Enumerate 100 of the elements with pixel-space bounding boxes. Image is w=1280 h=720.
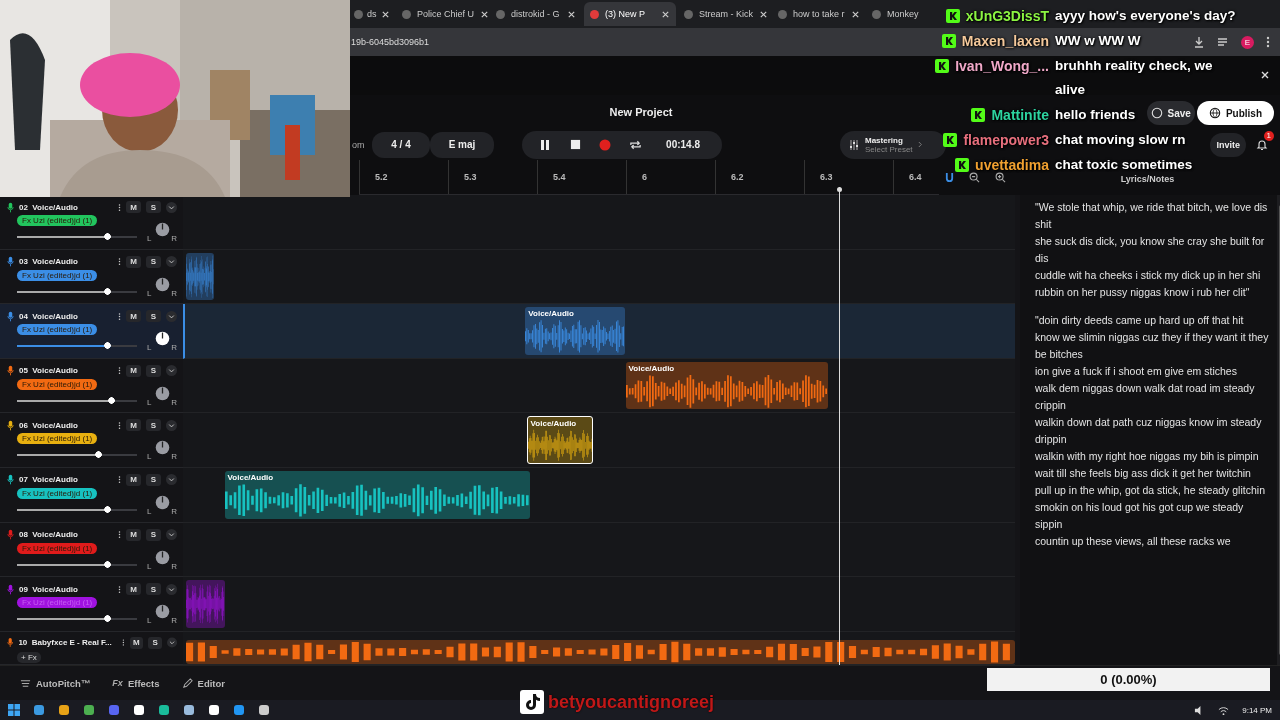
profile-avatar[interactable]: E	[1241, 35, 1254, 49]
chevron-icon[interactable]	[166, 201, 177, 213]
start-icon[interactable]	[8, 704, 20, 716]
address-text[interactable]: 19b-6045bd3096b1	[351, 37, 430, 47]
close-icon[interactable]	[381, 9, 390, 19]
chevron-icon[interactable]	[166, 583, 177, 595]
wifi-icon[interactable]	[1218, 704, 1230, 716]
bell-icon[interactable]	[1256, 138, 1268, 151]
chevron-icon[interactable]	[166, 637, 178, 649]
effect-tag[interactable]: Fx Uzi (edited)jd (1)	[17, 378, 98, 390]
download-icon[interactable]	[1193, 36, 1205, 48]
track-header[interactable]: 04 Voice/Audio M S Fx Uzi (edited)jd (1) L R	[0, 304, 183, 359]
mute-button[interactable]: M	[129, 636, 144, 649]
browser-tab[interactable]: Police Chief U	[396, 2, 488, 26]
app-icon[interactable]	[83, 704, 95, 716]
close-icon[interactable]	[850, 9, 860, 19]
solo-button[interactable]: S	[148, 636, 162, 649]
more-icon[interactable]	[118, 366, 121, 376]
effect-tag[interactable]: Fx Uzi (edited)jd (1)	[17, 433, 98, 445]
close-icon[interactable]	[1260, 70, 1270, 80]
mute-button[interactable]: M	[126, 255, 141, 268]
solo-button[interactable]: S	[146, 419, 161, 432]
audio-clip[interactable]	[186, 639, 1015, 664]
close-icon[interactable]	[661, 9, 670, 19]
track-header[interactable]: 07 Voice/Audio M S Fx Uzi (edited)jd (1) L R	[0, 467, 183, 523]
browser-tab[interactable]: (3) New P	[584, 2, 676, 26]
more-icon[interactable]	[118, 202, 121, 212]
app-icon[interactable]	[183, 704, 195, 716]
mute-button[interactable]: M	[126, 201, 141, 213]
more-icon[interactable]	[118, 257, 121, 267]
chevron-icon[interactable]	[166, 474, 177, 486]
more-icon[interactable]	[118, 311, 121, 321]
pan-knob[interactable]	[153, 439, 171, 457]
magnet-icon[interactable]	[945, 172, 954, 183]
effect-tag[interactable]: Fx Uzi (edited)jd (1)	[17, 269, 98, 281]
mute-button[interactable]: M	[126, 528, 141, 541]
pan-knob[interactable]	[153, 384, 171, 402]
app-icon[interactable]	[33, 704, 45, 716]
pan-knob[interactable]	[153, 603, 171, 621]
mute-button[interactable]: M	[126, 364, 141, 377]
more-icon[interactable]	[121, 638, 125, 648]
chevron-icon[interactable]	[166, 310, 177, 322]
close-icon[interactable]	[567, 9, 576, 19]
mute-button[interactable]: M	[126, 310, 141, 323]
app-icon[interactable]	[158, 704, 170, 716]
browser-tab[interactable]: Stream - Kick	[678, 2, 770, 26]
menu-icon[interactable]	[1266, 36, 1270, 48]
audio-clip[interactable]: Voice/Audio	[526, 416, 594, 464]
mute-button[interactable]: M	[126, 583, 141, 596]
more-icon[interactable]	[118, 420, 121, 430]
solo-button[interactable]: S	[146, 583, 161, 596]
solo-button[interactable]: S	[146, 201, 161, 213]
pan-knob[interactable]	[153, 275, 171, 293]
more-icon[interactable]	[118, 475, 121, 485]
audio-clip[interactable]: Voice/Audio	[525, 307, 625, 355]
browser-tab[interactable]: ds	[350, 2, 394, 26]
chevron-icon[interactable]	[166, 419, 177, 431]
track-header[interactable]: 03 Voice/Audio M S Fx Uzi (edited)jd (1) L R	[0, 249, 183, 305]
pan-knob[interactable]	[153, 330, 171, 348]
app-icon[interactable]	[208, 704, 220, 716]
chevron-icon[interactable]	[166, 256, 177, 268]
volume-slider-fill[interactable]	[17, 233, 111, 240]
track-header[interactable]: 10 Babyfxce E - Real F... M S + Fx	[0, 631, 183, 665]
solo-button[interactable]: S	[146, 255, 161, 268]
app-icon[interactable]	[133, 704, 145, 716]
track-header[interactable]: 08 Voice/Audio M S Fx Uzi (edited)jd (1) L R	[0, 522, 183, 578]
solo-button[interactable]: S	[146, 528, 161, 541]
time-signature-button[interactable]: 4 / 4	[372, 131, 430, 158]
browser-tab[interactable]: Monkey	[866, 2, 924, 26]
chevron-icon[interactable]	[166, 529, 177, 541]
audio-clip[interactable]	[186, 252, 214, 301]
pan-knob[interactable]	[153, 221, 171, 238]
key-button[interactable]: E maj	[430, 131, 494, 158]
volume-slider-fill[interactable]	[17, 451, 103, 459]
add-effect-button[interactable]: + Fx	[17, 651, 41, 663]
effect-tag[interactable]: Fx Uzi (edited)jd (1)	[17, 487, 98, 499]
clock[interactable]: 9:14 PM	[1242, 705, 1272, 715]
more-icon[interactable]	[118, 584, 121, 594]
effect-tag[interactable]: Fx Uzi (edited)jd (1)	[17, 542, 98, 554]
audio-clip[interactable]: Voice/Audio	[224, 470, 530, 519]
solo-button[interactable]: S	[146, 473, 161, 486]
app-icon[interactable]	[58, 704, 70, 716]
list-icon[interactable]	[1217, 36, 1229, 48]
track-header[interactable]: 06 Voice/Audio M S Fx Uzi (edited)jd (1) L R	[0, 413, 183, 468]
audio-clip[interactable]	[186, 580, 225, 628]
browser-tab[interactable]: how to take r	[772, 2, 864, 26]
browser-tab[interactable]: distrokid - G	[490, 2, 582, 26]
chevron-icon[interactable]	[166, 365, 177, 377]
publish-button[interactable]: Publish	[1196, 101, 1274, 125]
effect-tag[interactable]: Fx Uzi (edited)jd (1)	[17, 215, 98, 226]
close-icon[interactable]	[480, 9, 490, 19]
zoom-out-icon[interactable]	[969, 172, 980, 183]
solo-button[interactable]: S	[146, 364, 161, 377]
pan-knob[interactable]	[153, 548, 171, 566]
mute-button[interactable]: M	[126, 473, 141, 486]
invite-button[interactable]: Invite	[1210, 132, 1246, 157]
mute-button[interactable]: M	[126, 419, 141, 432]
tool-button[interactable]: AutoPitch™	[12, 672, 99, 694]
more-icon[interactable]	[118, 530, 121, 540]
close-icon[interactable]	[759, 9, 768, 19]
